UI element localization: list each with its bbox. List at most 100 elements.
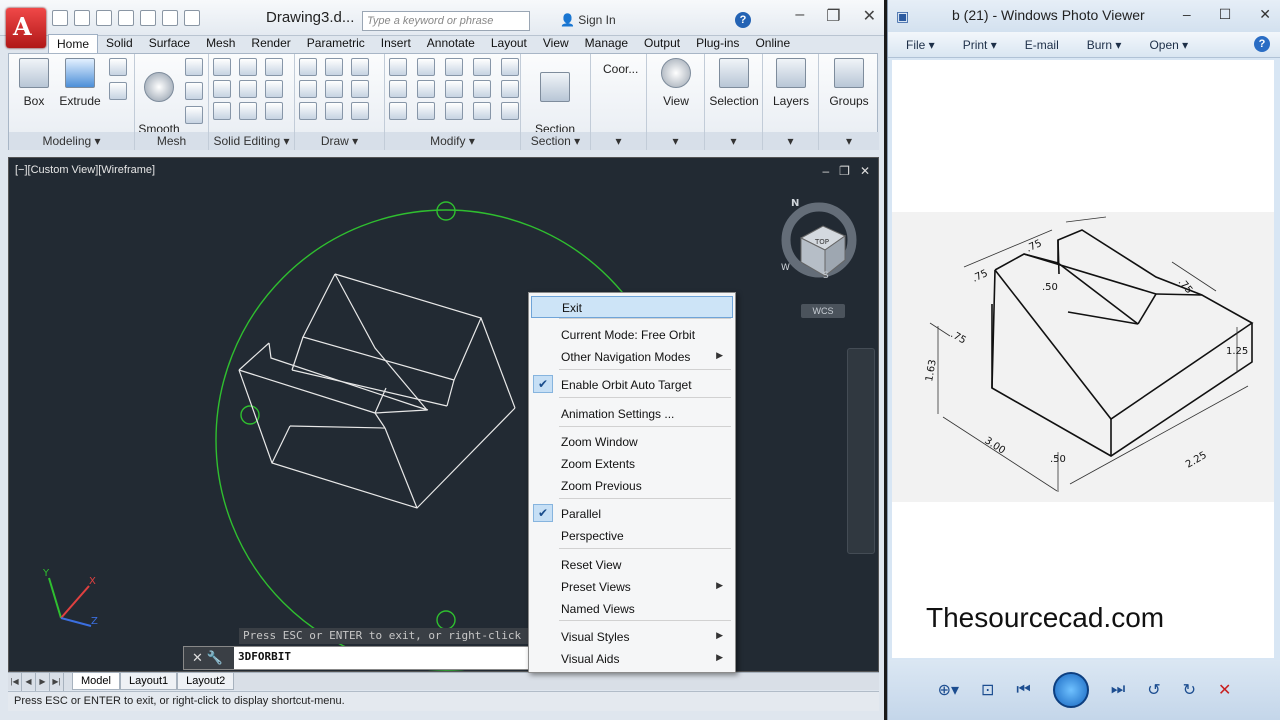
- rotate-cw-icon[interactable]: ↻: [1183, 680, 1196, 700]
- layers-button[interactable]: Layers: [773, 58, 809, 108]
- align-icon[interactable]: [417, 80, 435, 98]
- layers-group-label[interactable]: ▾: [763, 132, 818, 150]
- pv-maximize-icon[interactable]: ☐: [1219, 6, 1232, 23]
- arc-icon[interactable]: [351, 58, 369, 76]
- tab-plug-ins[interactable]: Plug-ins: [688, 34, 747, 54]
- 3d-polyline-icon[interactable]: [325, 80, 343, 98]
- previous-icon[interactable]: ⏮: [1016, 681, 1030, 699]
- menu-item-parallel[interactable]: ✔ Parallel: [531, 503, 733, 525]
- tab-mesh[interactable]: Mesh: [198, 34, 243, 54]
- offset-icon[interactable]: [417, 102, 435, 120]
- explode-icon[interactable]: [501, 80, 519, 98]
- pv-menu-email[interactable]: E-mail: [1007, 32, 1069, 57]
- tab-surface[interactable]: Surface: [141, 34, 198, 54]
- taper-faces-icon[interactable]: [265, 102, 283, 120]
- sign-in-link[interactable]: 👤 Sign In: [560, 13, 616, 27]
- line-icon[interactable]: [299, 58, 317, 76]
- layout-tab-layout1[interactable]: Layout1: [119, 673, 178, 690]
- menu-item-visual-aids[interactable]: Visual Aids ▶: [531, 648, 733, 670]
- help-icon[interactable]: ?: [735, 12, 751, 28]
- trim-icon[interactable]: [501, 58, 519, 76]
- coordinates-label[interactable]: Coor...: [603, 62, 638, 76]
- pv-menu-open[interactable]: Open ▾: [1131, 32, 1198, 57]
- close-icon[interactable]: ✕: [863, 6, 876, 26]
- mesh-refine-icon[interactable]: [185, 58, 203, 76]
- slideshow-icon[interactable]: [1052, 672, 1089, 708]
- scale-icon[interactable]: [389, 58, 407, 76]
- union-icon[interactable]: [213, 58, 231, 76]
- modeling-group-label[interactable]: Modeling ▾: [9, 132, 134, 150]
- menu-item-animation-settings[interactable]: Animation Settings ...: [531, 403, 733, 425]
- rectangle-icon[interactable]: [325, 102, 343, 120]
- layout-tab-layout2[interactable]: Layout2: [177, 673, 235, 690]
- solid-editing-group-label[interactable]: Solid Editing ▾: [209, 132, 294, 150]
- pv-menu-file[interactable]: File ▾: [888, 32, 945, 57]
- view-group-label[interactable]: ▾: [647, 132, 704, 150]
- polysolid-icon[interactable]: [109, 82, 127, 100]
- orbit-handle-left[interactable]: [240, 405, 260, 425]
- tab-view[interactable]: View: [535, 34, 577, 54]
- command-input[interactable]: 3DFORBIT: [238, 650, 291, 663]
- menu-item-exit[interactable]: Exit: [531, 296, 733, 318]
- groups-group-label[interactable]: ▾: [819, 132, 879, 150]
- next-tab-icon[interactable]: ▶: [36, 673, 50, 691]
- modify-group-label[interactable]: Modify ▾: [385, 132, 520, 150]
- next-icon[interactable]: ⏭: [1111, 681, 1125, 699]
- rotate-ccw-icon[interactable]: ↺: [1147, 680, 1160, 700]
- undo-icon[interactable]: [162, 10, 178, 26]
- chamfer-icon[interactable]: [445, 102, 463, 120]
- navigation-bar[interactable]: [847, 348, 875, 554]
- drawing-viewport[interactable]: [−][Custom View][Wireframe] – ❐ ✕ Y X Z …: [8, 157, 879, 672]
- groups-button[interactable]: Groups: [829, 58, 869, 108]
- shell-icon[interactable]: [239, 102, 257, 120]
- print-icon[interactable]: [184, 10, 200, 26]
- mesh-crease-icon[interactable]: [185, 82, 203, 100]
- menu-item-zoom-previous[interactable]: Zoom Previous: [531, 475, 733, 497]
- wrench-icon[interactable]: 🔧: [207, 650, 223, 665]
- pv-minimize-icon[interactable]: –: [1183, 6, 1191, 23]
- last-tab-icon[interactable]: ▶|: [50, 673, 64, 691]
- erase-icon[interactable]: [389, 102, 407, 120]
- interfere-icon[interactable]: [239, 80, 257, 98]
- selection-group-label[interactable]: ▾: [705, 132, 762, 150]
- ellipse-icon[interactable]: [351, 102, 369, 120]
- actual-size-icon[interactable]: ⊡: [981, 680, 994, 700]
- tab-layout[interactable]: Layout: [483, 34, 535, 54]
- orbit-handle-bottom[interactable]: [436, 610, 456, 630]
- tab-render[interactable]: Render: [243, 34, 298, 54]
- pv-help-icon[interactable]: ?: [1254, 36, 1270, 52]
- extrude-button[interactable]: Extrude: [57, 58, 103, 108]
- menu-item-zoom-extents[interactable]: Zoom Extents: [531, 453, 733, 475]
- array-icon[interactable]: [445, 80, 463, 98]
- fillet-icon[interactable]: [389, 80, 407, 98]
- intersect-icon[interactable]: [265, 58, 283, 76]
- pv-close-icon[interactable]: ✕: [1259, 6, 1271, 23]
- new-icon[interactable]: [52, 10, 68, 26]
- slice-icon[interactable]: [213, 80, 231, 98]
- pv-menu-print[interactable]: Print ▾: [945, 32, 1007, 57]
- mesh-group-label[interactable]: Mesh: [135, 132, 208, 150]
- menu-item-zoom-window[interactable]: Zoom Window: [531, 431, 733, 453]
- menu-item-named-views[interactable]: Named Views: [531, 598, 733, 620]
- tab-solid[interactable]: Solid: [98, 34, 141, 54]
- plot-icon[interactable]: [140, 10, 156, 26]
- pv-menu-burn[interactable]: Burn ▾: [1069, 32, 1132, 57]
- menu-item-preset-views[interactable]: Preset Views ▶: [531, 576, 733, 598]
- menu-item-enable-orbit-auto-target[interactable]: ✔ Enable Orbit Auto Target: [531, 374, 733, 396]
- tab-parametric[interactable]: Parametric: [299, 34, 373, 54]
- save-icon[interactable]: [96, 10, 112, 26]
- spline-icon[interactable]: [299, 80, 317, 98]
- tab-online[interactable]: Online: [747, 34, 798, 54]
- zoom-icon[interactable]: ⊕▾: [938, 680, 959, 700]
- delete-icon[interactable]: ✕: [1218, 680, 1231, 700]
- minimize-icon[interactable]: –: [795, 6, 804, 26]
- layout-tab-model[interactable]: Model: [72, 673, 120, 690]
- tab-output[interactable]: Output: [636, 34, 688, 54]
- open-icon[interactable]: [74, 10, 90, 26]
- restore-icon[interactable]: ❐: [826, 6, 840, 26]
- separate-icon[interactable]: [213, 102, 231, 120]
- close-icon[interactable]: ✕: [192, 650, 203, 665]
- grid-array-icon[interactable]: [501, 102, 519, 120]
- menu-item-current-mode-free-orbit[interactable]: Current Mode: Free Orbit: [531, 324, 733, 346]
- extract-edges-icon[interactable]: [265, 80, 283, 98]
